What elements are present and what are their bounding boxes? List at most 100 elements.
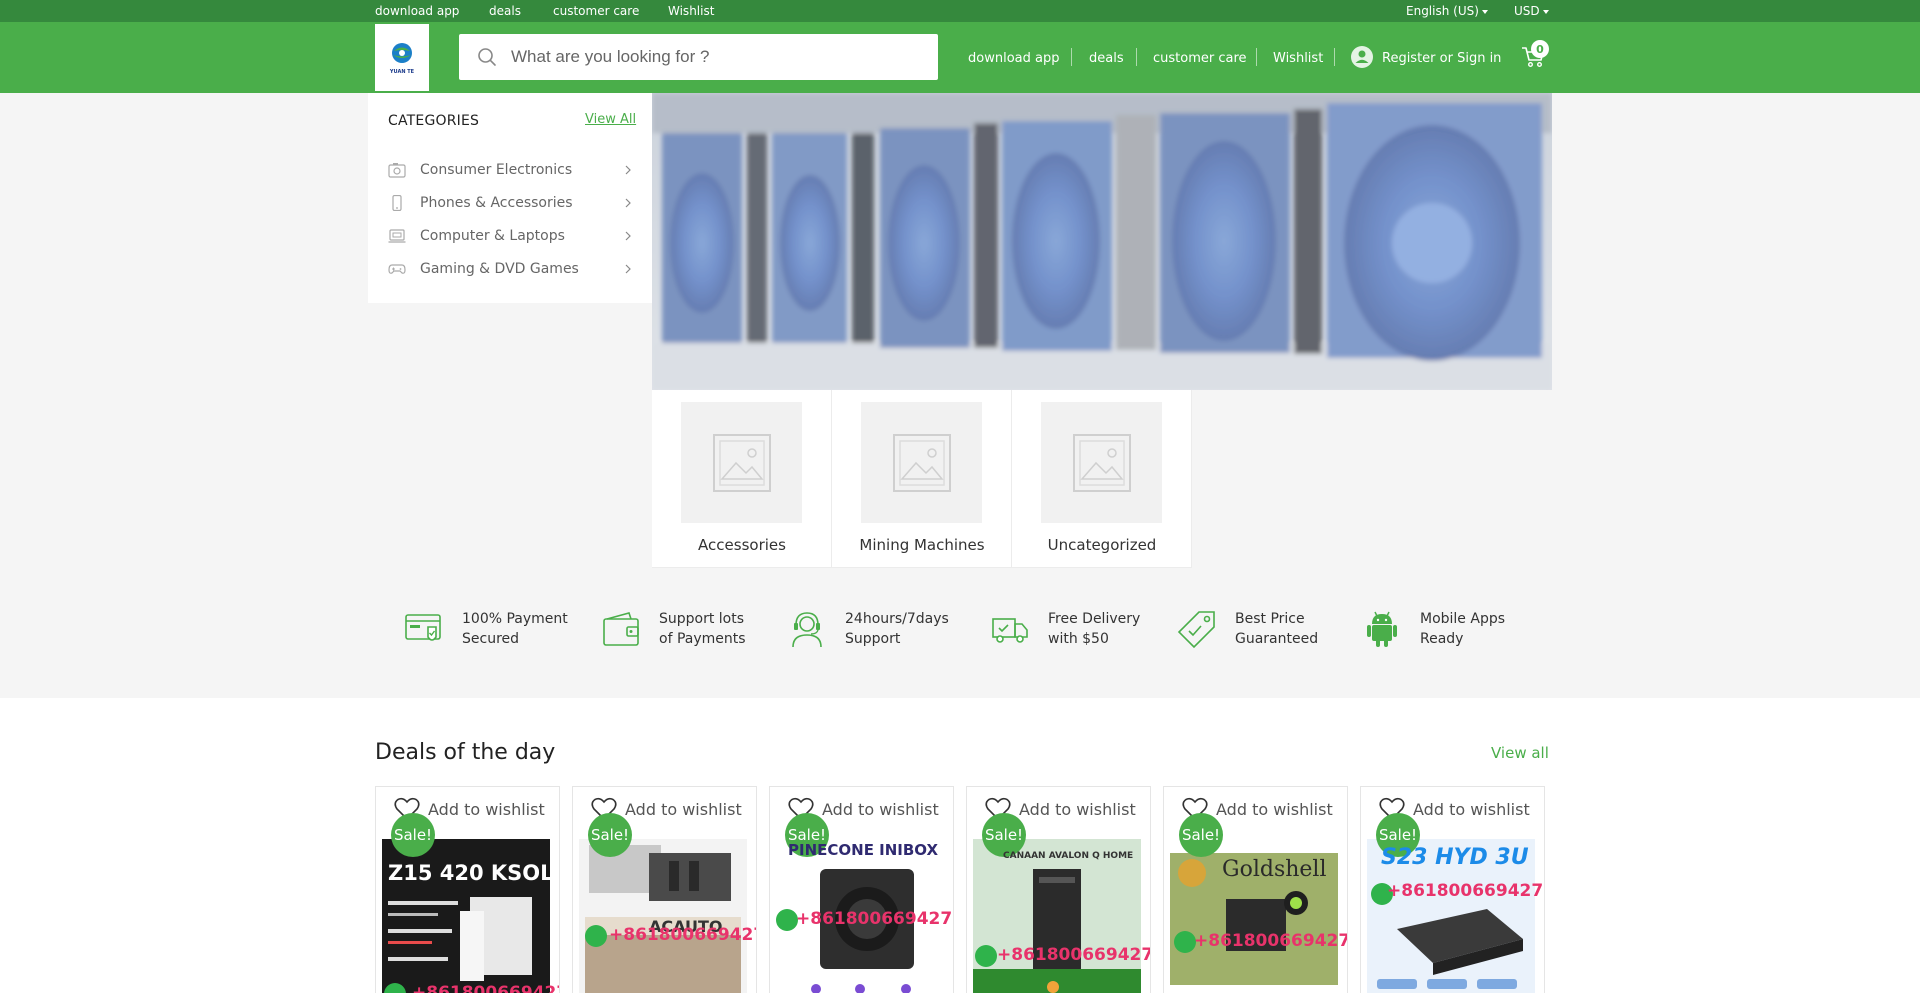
wishlist-label: Add to wishlist — [1413, 799, 1530, 819]
contact-phone: +8618006694275 — [1387, 881, 1545, 901]
category-label: Consumer Electronics — [420, 162, 573, 178]
product-card[interactable]: PINECONE INIBOX Add to wishlist Sale! +8… — [769, 786, 954, 993]
tile-label: Mining Machines — [859, 536, 985, 554]
product-card[interactable]: S23 HYD 3U Add to wishlist Sale! +861800… — [1360, 786, 1545, 993]
product-image: CANAAN AVALON Q HOME — [973, 839, 1141, 993]
feature-text: Mobile Apps Ready — [1420, 611, 1506, 647]
miner-photo — [585, 845, 741, 993]
feature-text: 100% Payment Secured — [462, 611, 568, 647]
cart-count-badge: 0 — [1531, 40, 1549, 58]
product-card[interactable]: Goldshell Add to wishlist Sale! +8618006… — [1163, 786, 1348, 993]
category-item-phones-accessories[interactable]: Phones & Accessories — [388, 190, 632, 216]
search-input[interactable] — [511, 34, 921, 80]
search-icon[interactable] — [477, 47, 497, 67]
wallet-icon — [603, 612, 639, 646]
category-item-consumer-electronics[interactable]: Consumer Electronics — [388, 157, 632, 183]
categories-view-all-link[interactable]: View All — [585, 112, 636, 127]
phone-icon — [392, 195, 402, 211]
product-image: Z15 420 KSOL — [382, 839, 554, 993]
category-label: Gaming & DVD Games — [420, 261, 579, 277]
deals-view-all-link[interactable]: View all — [1491, 744, 1549, 762]
whatsapp-icon — [585, 925, 607, 947]
contact-phone: +8618006694275 — [1194, 931, 1348, 951]
topbar-link-wishlist[interactable]: Wishlist — [668, 4, 714, 18]
placeholder-image — [681, 402, 802, 523]
deals-title: Deals of the day — [375, 740, 556, 765]
main-header: YUAN TE download app deals customer care… — [0, 22, 1920, 93]
tile-accessories[interactable]: Accessories — [652, 390, 832, 568]
category-item-computer-laptops[interactable]: Computer & Laptops — [388, 223, 632, 249]
product-image-title: PINECONE INIBOX — [788, 841, 939, 859]
header-link-customer-care[interactable]: customer care — [1153, 51, 1247, 66]
product-card[interactable]: Z15 420 KSOL Add to wishlist Sale! +8618… — [375, 786, 560, 993]
topbar-link-deals[interactable]: deals — [489, 4, 521, 18]
category-item-gaming-dvd[interactable]: Gaming & DVD Games — [388, 256, 632, 282]
tile-mining-machines[interactable]: Mining Machines — [832, 390, 1012, 568]
product-image-title: S23 HYD 3U — [1381, 845, 1529, 870]
register-signin-link[interactable]: Register or Sign in — [1382, 51, 1501, 66]
product-card[interactable]: CANAAN AVALON Q HOME Add to wishlist Sal… — [966, 786, 1151, 993]
image-placeholder-icon — [892, 433, 951, 492]
gamepad-icon — [388, 264, 406, 274]
user-avatar-icon[interactable] — [1351, 46, 1373, 68]
topbar-link-download-app[interactable]: download app — [375, 4, 459, 18]
hero-banner[interactable] — [652, 93, 1552, 390]
chevron-right-icon — [625, 198, 631, 208]
laptop-icon — [388, 229, 406, 243]
image-placeholder-icon — [712, 433, 771, 492]
currency-selector[interactable]: USD — [1514, 4, 1549, 18]
nav-divider — [1136, 48, 1137, 66]
feature-support: 24hours/7days Support — [787, 609, 949, 649]
category-tiles: Accessories Mining Machines Uncategorize… — [652, 390, 1192, 568]
header-link-download-app[interactable]: download app — [968, 51, 1059, 66]
placeholder-image — [1041, 402, 1162, 523]
delivery-truck-icon — [992, 618, 1028, 643]
contact-phone: +8618006694275 — [412, 983, 559, 993]
feature-text: Best Price Guaranteed — [1235, 611, 1319, 647]
header-link-deals[interactable]: deals — [1089, 51, 1124, 66]
categories-title: CATEGORIES — [388, 113, 480, 129]
image-placeholder-icon — [1072, 433, 1131, 492]
language-selector[interactable]: English (US) — [1406, 4, 1488, 18]
site-logo[interactable]: YUAN TE — [375, 24, 429, 91]
tile-uncategorized[interactable]: Uncategorized — [1012, 390, 1192, 568]
wishlist-label: Add to wishlist — [1019, 799, 1136, 819]
product-image: S23 HYD 3U — [1367, 839, 1535, 993]
price-tag-icon — [1177, 611, 1215, 649]
chevron-right-icon — [625, 165, 631, 175]
secure-payment-icon — [405, 614, 441, 641]
contact-phone: +8618006694275 — [997, 945, 1151, 965]
product-image-title: Goldshell — [1222, 857, 1327, 882]
sale-badge: Sale! — [1179, 813, 1223, 857]
feature-text: 24hours/7days Support — [845, 611, 949, 647]
nav-divider — [1334, 48, 1335, 66]
logo-text: YUAN TE — [389, 69, 415, 75]
wishlist-label: Add to wishlist — [822, 799, 939, 819]
placeholder-image — [861, 402, 982, 523]
feature-text: Support lots of Payments — [659, 611, 746, 647]
wishlist-label: Add to wishlist — [1216, 799, 1333, 819]
product-card[interactable]: ACAUTO Add to wishlist Sale! +8618006694… — [572, 786, 757, 993]
product-image: Goldshell — [1170, 853, 1338, 985]
category-label: Phones & Accessories — [420, 195, 573, 211]
nav-divider — [1256, 48, 1257, 66]
wishlist-label: Add to wishlist — [625, 799, 742, 819]
miner-photo — [973, 839, 1141, 993]
whatsapp-icon — [1174, 931, 1196, 953]
tile-label: Uncategorized — [1047, 536, 1157, 554]
whatsapp-icon — [975, 945, 997, 967]
wishlist-label: Add to wishlist — [428, 799, 545, 819]
sale-badge: Sale! — [391, 813, 435, 857]
topbar-link-customer-care[interactable]: customer care — [553, 4, 639, 18]
header-link-wishlist[interactable]: Wishlist — [1273, 51, 1323, 66]
android-icon — [1367, 611, 1397, 647]
feature-secure-payment: 100% Payment Secured — [404, 609, 568, 649]
tile-label: Accessories — [698, 536, 786, 554]
chevron-right-icon — [625, 231, 631, 241]
product-image: ACAUTO — [579, 839, 747, 993]
search-box — [459, 34, 938, 80]
top-bar: download app deals customer care Wishlis… — [0, 0, 1920, 22]
product-image-title: Z15 420 KSOL — [388, 861, 554, 885]
logo-globe-icon — [392, 43, 412, 63]
deals-section: Deals of the day View all Z15 420 KSOL A… — [0, 698, 1920, 993]
